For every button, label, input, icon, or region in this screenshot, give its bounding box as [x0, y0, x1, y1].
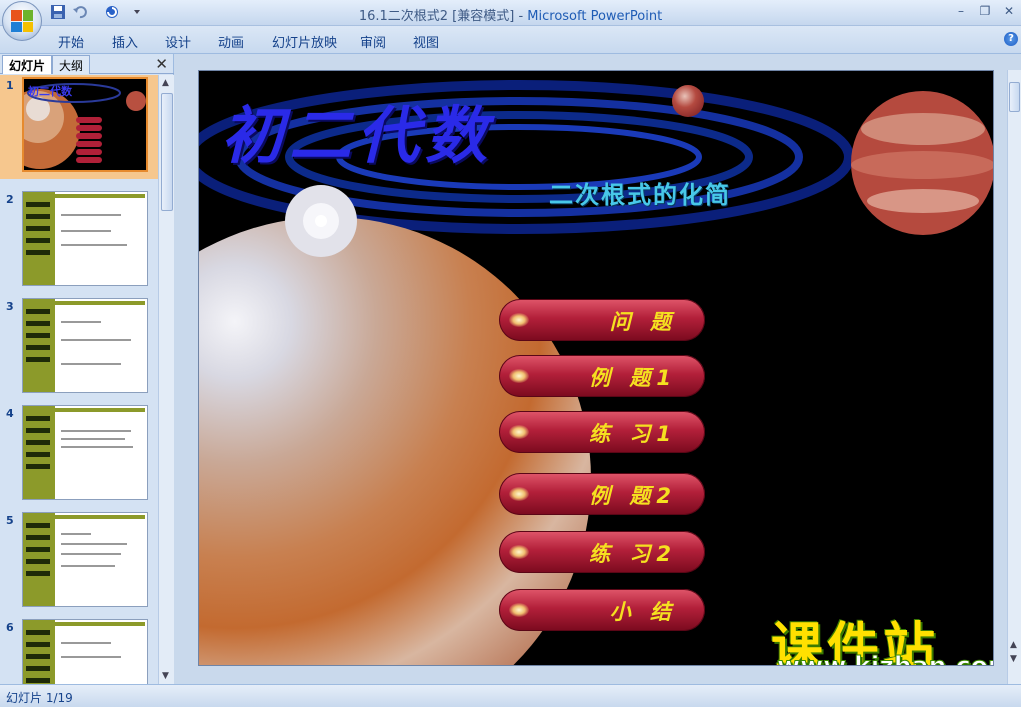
- slide-number: 4: [6, 407, 14, 420]
- menu-button-summary[interactable]: 小 结: [499, 589, 705, 631]
- slide-thumbnail-3[interactable]: [22, 298, 148, 393]
- slide-thumbnail-2[interactable]: [22, 191, 148, 286]
- close-pane-icon[interactable]: ✕: [155, 55, 168, 73]
- slide-thumbnail-5[interactable]: [22, 512, 148, 607]
- tab-animations[interactable]: 动画: [218, 32, 244, 51]
- slide-thumbnail-1[interactable]: 初二代数: [22, 77, 148, 172]
- tab-review[interactable]: 审阅: [360, 32, 386, 51]
- office-logo-icon: [11, 10, 33, 32]
- scroll-up-icon[interactable]: ▲: [162, 78, 169, 88]
- slides-pane: 幻灯片 大纲 ✕ 1 初二代数 2 3 4 5 6 ▲ ▼: [0, 54, 174, 684]
- tab-home[interactable]: 开始: [58, 32, 84, 51]
- slide-number: 1: [6, 79, 14, 92]
- window-title: 16.1二次根式2 [兼容模式] - Microsoft PowerPoint: [358, 9, 663, 24]
- office-button[interactable]: [2, 1, 42, 41]
- thumbnail-row[interactable]: 3: [0, 298, 158, 398]
- thumbnail-sidebar: [23, 620, 55, 684]
- tab-slideshow[interactable]: 幻灯片放映: [272, 32, 337, 51]
- thumbnail-sidebar: [23, 299, 55, 392]
- tab-design[interactable]: 设计: [165, 32, 191, 51]
- help-icon[interactable]: ?: [1004, 32, 1018, 46]
- tab-slides[interactable]: 幻灯片: [2, 55, 53, 74]
- previous-slide-icon[interactable]: ▲: [1010, 640, 1017, 650]
- menu-button-example-2[interactable]: 例 题2: [499, 473, 705, 515]
- close-button[interactable]: ✕: [998, 2, 1020, 20]
- thumbnail-sidebar: [23, 192, 55, 285]
- thumbnail-row[interactable]: 4: [0, 405, 158, 505]
- watermark-url: www.kjzhan.com: [777, 651, 994, 666]
- scrollbar-thumb[interactable]: [161, 93, 173, 211]
- next-slide-icon[interactable]: ▼: [1010, 654, 1017, 664]
- slide-scrollbar[interactable]: ▲ ▼: [1007, 70, 1021, 684]
- menu-button-label: 例 题2: [589, 484, 677, 508]
- slide-number: 2: [6, 193, 14, 206]
- scroll-down-icon[interactable]: ▼: [162, 671, 169, 681]
- menu-button-label: 例 题1: [589, 366, 677, 390]
- slide-number: 5: [6, 514, 14, 527]
- slide-editor: 初二代数 二次根式的化简 问 题 例 题1 练 习1 例 题2 练 习2 小 结…: [178, 54, 1007, 684]
- menu-button-problem[interactable]: 问 题: [499, 299, 705, 341]
- thumbnail-row[interactable]: 6: [0, 619, 158, 684]
- slide-thumbnail-6[interactable]: [22, 619, 148, 684]
- menu-button-exercise-1[interactable]: 练 习1: [499, 411, 705, 453]
- slide-title[interactable]: 初二代数: [221, 85, 493, 175]
- menu-button-label: 练 习1: [589, 422, 677, 446]
- tab-outline[interactable]: 大纲: [52, 55, 91, 74]
- thumbnail-row[interactable]: 1 初二代数: [0, 77, 158, 177]
- thumbnail-sidebar: [23, 513, 55, 606]
- slide-thumbnail-4[interactable]: [22, 405, 148, 500]
- minimize-button[interactable]: –: [950, 2, 972, 20]
- tab-insert[interactable]: 插入: [112, 32, 138, 51]
- slide-number: 6: [6, 621, 14, 634]
- document-title: 16.1二次根式2 [兼容模式]: [358, 9, 515, 24]
- status-bar: 幻灯片 1/19: [0, 684, 1021, 707]
- menu-button-example-1[interactable]: 例 题1: [499, 355, 705, 397]
- pane-tabs: 幻灯片 大纲 ✕: [0, 54, 174, 74]
- ribbon-tabs: 开始 插入 设计 动画 幻灯片放映 审阅 视图 ?: [0, 26, 1021, 54]
- restore-button[interactable]: ❐: [974, 2, 996, 20]
- slide-subtitle[interactable]: 二次根式的化简: [549, 175, 731, 210]
- title-bar: 16.1二次根式2 [兼容模式] - Microsoft PowerPoint …: [0, 0, 1021, 41]
- slide-counter: 幻灯片 1/19: [6, 691, 73, 705]
- slide-number: 3: [6, 300, 14, 313]
- slide-canvas[interactable]: 初二代数 二次根式的化简 问 题 例 题1 练 习1 例 题2 练 习2 小 结…: [198, 70, 994, 666]
- tab-view[interactable]: 视图: [413, 32, 439, 51]
- slide-thumbnails: 1 初二代数 2 3 4 5 6: [0, 75, 158, 684]
- thumbnail-preview: 初二代数: [24, 83, 146, 169]
- scrollbar-thumb[interactable]: [1009, 82, 1020, 112]
- app-name: Microsoft PowerPoint: [527, 9, 663, 24]
- menu-button-label: 问 题: [609, 310, 677, 334]
- thumbnails-scrollbar[interactable]: ▲ ▼: [158, 75, 174, 684]
- svg-text:初二代数: 初二代数: [28, 84, 73, 98]
- thumbnail-row[interactable]: 2: [0, 191, 158, 291]
- thumbnail-row[interactable]: 5: [0, 512, 158, 612]
- thumbnail-sidebar: [23, 406, 55, 499]
- menu-button-exercise-2[interactable]: 练 习2: [499, 531, 705, 573]
- menu-button-label: 练 习2: [589, 542, 677, 566]
- menu-button-label: 小 结: [609, 600, 677, 624]
